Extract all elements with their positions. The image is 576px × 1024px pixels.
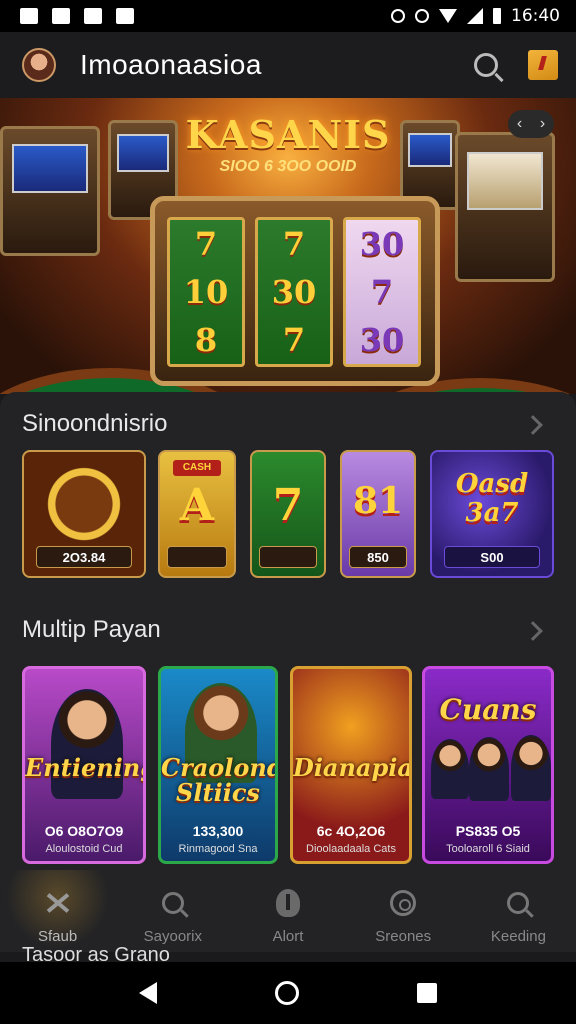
game-card-caption: Rinmagood Sna (178, 843, 258, 855)
notification-icon (84, 8, 102, 24)
game-card-title: Dianapias (293, 753, 412, 782)
game-tile-caption: S00 (444, 546, 540, 568)
host-image (469, 737, 509, 801)
alert-icon (276, 889, 300, 917)
back-icon[interactable] (139, 982, 157, 1004)
hero-subtitle: SIOO 6 3OO OOID (219, 158, 357, 175)
search-icon (507, 892, 530, 914)
game-tile-caption: 850 (349, 546, 407, 568)
nav-item-alert[interactable]: Alort (230, 870, 345, 960)
game-tile-symbol: 81 (352, 480, 404, 522)
slot-machine-image: 7 10 8 7 30 7 30 7 30 (150, 196, 440, 386)
vibrate-icon (391, 9, 405, 23)
game-tile[interactable]: CASH A (158, 450, 236, 578)
game-card-amount: O6 O8O7O9 (44, 823, 124, 839)
game-card-amount: 133,300 (192, 823, 244, 839)
game-card-caption: Dioolaadaala Cats (306, 843, 396, 855)
game-card-caption: Tooloaroll 6 Siaid (446, 843, 530, 855)
alarm-icon (415, 9, 429, 23)
game-tile[interactable]: 7 (250, 450, 326, 578)
section-title: Multip Payan (22, 616, 161, 643)
section-title: Sinoondnisrio (22, 410, 168, 437)
nav-item-label: Alort (272, 928, 304, 945)
host-image (431, 739, 469, 799)
game-card[interactable]: Entiening O6 O8O7O9 Aloulostoid Cud (22, 666, 146, 864)
chevron-left-icon[interactable]: ‹ (517, 115, 522, 133)
slot-reel: 7 30 7 (255, 217, 333, 367)
game-tile-symbol: Oasd 3a7 (455, 469, 529, 528)
search-icon (474, 53, 498, 77)
nav-item-label: Keeding (490, 928, 546, 945)
section-title-peek: Tasoor as Grano (22, 944, 170, 962)
game-tile-caption: 2O3.84 (36, 546, 132, 568)
game-tile[interactable]: Oasd 3a7 S00 (430, 450, 554, 578)
nav-item-scenes[interactable]: Sreones (346, 870, 461, 960)
slot-reel: 30 7 30 (343, 217, 421, 367)
status-time: 16:40 (511, 6, 560, 26)
host-image (51, 689, 123, 799)
hero-banner[interactable]: KASANIS SIOO 6 3OO OOID ‹ › 7 10 8 7 30 7 30… (0, 98, 576, 394)
game-tile-caption (259, 546, 317, 568)
notification-icon (116, 8, 134, 24)
wifi-icon (439, 9, 457, 23)
battery-icon (493, 8, 501, 24)
game-tile[interactable]: 2O3.84 (22, 450, 146, 578)
game-tile-symbol: 7 (272, 480, 304, 531)
nav-item-keeding[interactable]: Keeding (461, 870, 576, 960)
app-bar: Imoaonaasioa (0, 32, 576, 98)
host-image (511, 735, 551, 801)
game-card-title: Craolond Sltiics (161, 753, 278, 808)
nav-item-label: Sayoorix (143, 928, 202, 945)
signal-icon (467, 8, 483, 24)
game-card[interactable]: Cuans PS835 O5 Tooloaroll 6 Siaid (422, 666, 554, 864)
game-tile-caption (167, 546, 227, 568)
carousel-arrows[interactable]: ‹ › (508, 110, 554, 138)
slot-reel: 7 10 8 (167, 217, 245, 367)
game-card-amount: 6c 4O,2O6 (316, 823, 386, 839)
nav-item-label: Sfaub (38, 928, 78, 945)
game-tile-symbol: A (179, 480, 215, 531)
notification-icon (20, 8, 38, 24)
system-nav-bar (0, 962, 576, 1024)
game-tile-tag: CASH (173, 460, 221, 476)
status-bar: 16:40 (0, 0, 576, 32)
home-icon[interactable] (275, 981, 299, 1005)
nav-item-label: Sreones (375, 928, 432, 945)
wallet-button[interactable] (528, 50, 558, 80)
game-card-amount: PS835 O5 (455, 823, 521, 839)
game-card-caption: Aloulostoid Cud (45, 843, 123, 855)
game-card-title: Entiening (25, 753, 146, 782)
ring-icon (390, 890, 417, 916)
wallet-icon (528, 50, 558, 80)
hero-logo: KASANIS (185, 112, 391, 157)
search-icon (161, 892, 184, 914)
recents-icon[interactable] (417, 983, 437, 1003)
avatar[interactable] (22, 48, 56, 82)
crossed-icon (45, 891, 71, 915)
game-card[interactable]: Craolond Sltiics 133,300 Rinmagood Sna (158, 666, 278, 864)
app-title: Imoaonaasioa (80, 49, 262, 80)
game-tile[interactable]: 81 850 (340, 450, 416, 578)
game-card[interactable]: Dianapias 6c 4O,2O6 Dioolaadaala Cats (290, 666, 412, 864)
search-button[interactable] (474, 53, 498, 77)
game-card-title: Cuans (439, 693, 537, 726)
chevron-right-icon[interactable]: › (540, 115, 545, 133)
notification-icon (52, 8, 70, 24)
